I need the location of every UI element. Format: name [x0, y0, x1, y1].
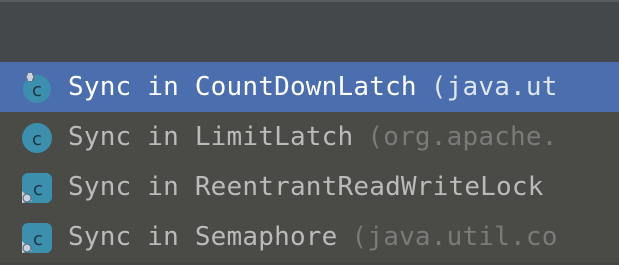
item-name: Sync in Semaphore — [68, 222, 338, 252]
completion-popup: c Sync in CountDownLatch (java.ut c Sync … — [0, 0, 619, 265]
list-item[interactable]: c Sync in LimitLatch (org.apache. — [0, 112, 619, 162]
completion-list: c Sync in CountDownLatch (java.ut c Sync … — [0, 62, 619, 265]
item-package: (org.apache. — [367, 122, 558, 152]
item-package: (java.util.co — [351, 222, 558, 252]
list-item[interactable]: c Sync in ReentrantReadWriteLock — [0, 162, 619, 212]
abstract-class-icon: c — [22, 173, 52, 203]
svg-text:c: c — [33, 229, 43, 250]
class-icon: c — [23, 72, 51, 103]
list-item[interactable]: c Sync in CountDownLatch (java.ut — [0, 62, 619, 112]
abstract-class-icon: c — [22, 223, 52, 253]
svg-text:c: c — [32, 129, 42, 150]
popup-header-band — [0, 0, 619, 62]
item-name: Sync in LimitLatch — [68, 122, 354, 152]
item-package: (java.ut — [430, 72, 558, 102]
class-icon: c — [22, 123, 52, 153]
list-item[interactable]: c Sync in Semaphore (java.util.co — [0, 212, 619, 262]
item-name: Sync in CountDownLatch — [68, 72, 417, 102]
svg-text:c: c — [32, 80, 42, 101]
item-name: Sync in ReentrantReadWriteLock — [68, 172, 544, 202]
svg-text:c: c — [33, 179, 43, 200]
